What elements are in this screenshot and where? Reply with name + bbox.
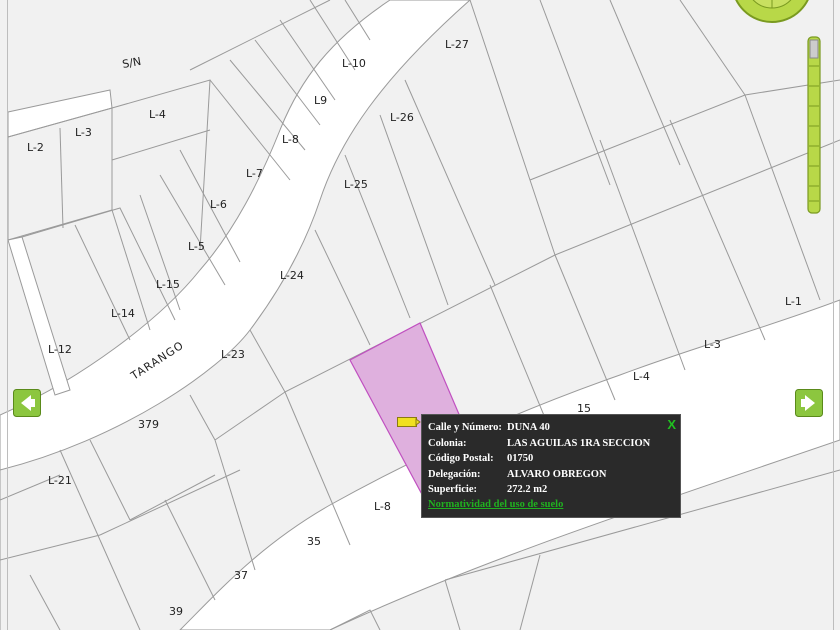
street-label-sn: S/N <box>121 55 142 71</box>
info-key: Superficie: <box>428 484 477 496</box>
lot-label: L-8 <box>374 500 391 513</box>
lot-label: L-5 <box>188 240 205 253</box>
info-row-address: Calle y Número: DUNA 40 <box>428 420 674 436</box>
lot-label: L-3 <box>704 338 721 351</box>
lot-label: L-21 <box>48 474 72 487</box>
map-viewport[interactable]: TARANGO S/N L-27 L-10 L9 L-26 L-8 L-7 L-… <box>0 0 840 630</box>
lot-label: L-2 <box>27 141 44 154</box>
zoom-slider[interactable] <box>807 36 821 214</box>
land-use-regulation-link[interactable]: Normatividad del uso de suelo <box>428 499 674 510</box>
info-value: LAS AGUILAS 1RA SECCION <box>507 437 651 449</box>
lot-label: 37 <box>234 569 248 582</box>
lot-label: L-23 <box>221 348 245 361</box>
left-lane <box>7 236 71 396</box>
lot-label: L-3 <box>75 126 92 139</box>
green-left-arrow-icon[interactable] <box>13 389 41 417</box>
lot-label: L-24 <box>280 269 304 282</box>
lot-label: L-1 <box>785 295 802 308</box>
lot-label: L-7 <box>246 167 263 180</box>
info-key: Delegación: <box>428 468 481 480</box>
info-row-delegacion: Delegación: ALVARO OBREGON <box>428 467 674 483</box>
lot-label: 39 <box>169 605 183 618</box>
lot-label: L-10 <box>342 57 366 70</box>
lot-label: 35 <box>307 535 321 548</box>
info-row-postal-code: Código Postal: 01750 <box>428 451 674 467</box>
info-value: 272.2 m2 <box>507 484 548 496</box>
lot-label: 379 <box>138 418 159 431</box>
info-row-superficie: Superficie: 272.2 m2 <box>428 482 674 498</box>
lot-label: L-4 <box>633 370 650 383</box>
info-value: DUNA 40 <box>507 422 550 434</box>
lot-label: L-26 <box>390 111 414 124</box>
parcel-info-popup: X Calle y Número: DUNA 40 Colonia: LAS A… <box>421 414 681 518</box>
compass-icon[interactable]: S <box>730 0 826 32</box>
lot-label: L-25 <box>344 178 368 191</box>
map-canvas[interactable]: TARANGO S/N L-27 L-10 L9 L-26 L-8 L-7 L-… <box>0 0 840 630</box>
info-key: Código Postal: <box>428 453 494 465</box>
zoom-slider-handle[interactable] <box>809 39 819 59</box>
lot-label: L-4 <box>149 108 166 121</box>
lot-label: L-8 <box>282 133 299 146</box>
info-value: 01750 <box>507 453 534 465</box>
green-right-arrow-icon[interactable] <box>795 389 823 417</box>
close-popup-button[interactable]: X <box>667 417 676 432</box>
lot-label: L-14 <box>111 307 135 320</box>
lot-label: L9 <box>314 94 327 107</box>
info-row-colonia: Colonia: LAS AGUILAS 1RA SECCION <box>428 436 674 452</box>
yellow-marker-icon[interactable] <box>397 416 421 428</box>
lot-label: L-6 <box>210 198 227 211</box>
info-key: Calle y Número: <box>428 422 502 434</box>
lot-label: L-15 <box>156 278 180 291</box>
info-key: Colonia: <box>428 437 467 449</box>
lot-label: L-27 <box>445 38 469 51</box>
lot-label: L-12 <box>48 343 72 356</box>
info-value: ALVARO OBREGON <box>507 468 607 480</box>
